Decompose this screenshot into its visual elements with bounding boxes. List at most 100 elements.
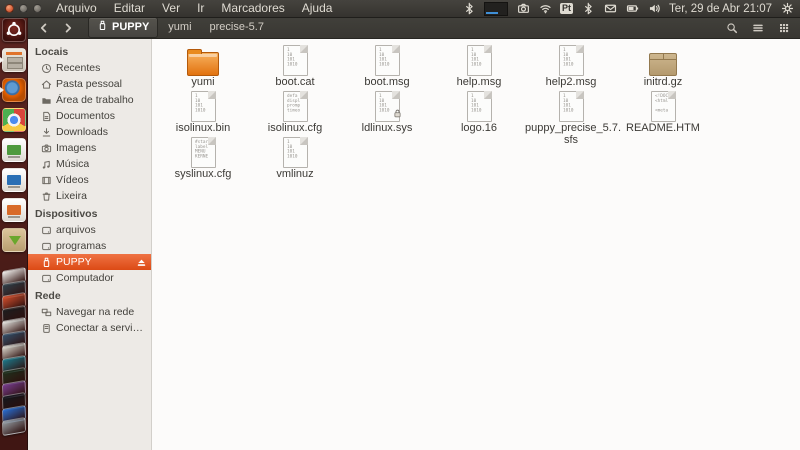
sidebar-item-conectar-a-servidor[interactable]: Conectar a servidor bbox=[28, 320, 151, 336]
list-view-button[interactable] bbox=[752, 22, 764, 34]
bluetooth-icon[interactable] bbox=[462, 2, 476, 16]
file-item-readme.htm[interactable]: <!DOC <html <meta README.HTM bbox=[617, 89, 709, 135]
file-item-yumi[interactable]: yumi bbox=[157, 43, 249, 89]
libreoffice-impress-button[interactable] bbox=[2, 198, 26, 222]
sidebar-item-computador[interactable]: Computador bbox=[28, 270, 151, 286]
file-icon-glyph: 1 10 101 1010 bbox=[286, 139, 297, 159]
back-button[interactable] bbox=[34, 19, 54, 36]
binary-file-icon: 1 10 101 1010 bbox=[282, 137, 308, 168]
file-label: help.msg bbox=[456, 76, 502, 88]
menu-bar: Arquivo Editar Ver Ir Marcadores Ajuda bbox=[50, 0, 332, 17]
file-item-logo.16[interactable]: 1 10 101 1010 logo.16 bbox=[433, 89, 525, 135]
indicator-widget[interactable] bbox=[484, 1, 509, 16]
breadcrumb-label: PUPPY bbox=[112, 21, 150, 33]
keyboard-layout-indicator[interactable]: Pt bbox=[560, 3, 574, 14]
file-item-help2.msg[interactable]: 1 10 101 1010 help2.msg bbox=[525, 43, 617, 89]
firefox-button[interactable] bbox=[2, 78, 26, 102]
stacked-app-tile[interactable] bbox=[1, 416, 27, 437]
network-icon bbox=[41, 307, 52, 318]
breadcrumb-yumi[interactable]: yumi bbox=[160, 19, 199, 36]
sidebar-item-imagens[interactable]: Imagens bbox=[28, 140, 151, 156]
file-item-puppy_precise_5.7.sfs[interactable]: 1 10 101 1010 puppy_precise_5.7. sfs bbox=[525, 89, 621, 145]
sidebar-item-vídeos[interactable]: Vídeos bbox=[28, 172, 151, 188]
sidebar-item-puppy[interactable]: PUPPY bbox=[28, 254, 151, 270]
menu-ajuda[interactable]: Ajuda bbox=[302, 0, 333, 17]
menu-editar[interactable]: Editar bbox=[114, 0, 145, 17]
clock[interactable]: Ter, 29 de Abr 21:07 bbox=[669, 3, 772, 15]
volume-icon[interactable] bbox=[647, 2, 661, 16]
file-item-boot.msg[interactable]: 1 10 101 1010 boot.msg bbox=[341, 43, 433, 89]
sidebar-item-arquivos[interactable]: arquivos bbox=[28, 222, 151, 238]
menu-ver[interactable]: Ver bbox=[162, 0, 180, 17]
file-item-help.msg[interactable]: 1 10 101 1010 help.msg bbox=[433, 43, 525, 89]
binary-file-icon: 1 10 101 1010 bbox=[190, 91, 216, 122]
sidebar-item-pasta-pessoal[interactable]: Pasta pessoal bbox=[28, 76, 151, 92]
file-item-boot.cat[interactable]: 1 10 101 1010 boot.cat bbox=[249, 43, 341, 89]
sidebar-item-label: Downloads bbox=[56, 126, 108, 138]
binary-file-icon: 1 10 101 1010 bbox=[558, 45, 584, 76]
trash-icon bbox=[41, 191, 52, 202]
battery-icon[interactable] bbox=[625, 2, 639, 16]
dash-home-button[interactable] bbox=[2, 18, 26, 42]
sidebar-item-música[interactable]: Música bbox=[28, 156, 151, 172]
camera-icon[interactable] bbox=[516, 2, 530, 16]
software-center-button[interactable] bbox=[2, 228, 26, 252]
binary-file-icon: 1 10 101 1010 bbox=[558, 91, 584, 122]
breadcrumb-precise-5.7[interactable]: precise-5.7 bbox=[202, 19, 272, 36]
file-item-vmlinuz[interactable]: 1 10 101 1010 vmlinuz bbox=[249, 135, 341, 181]
lock-emblem-icon bbox=[393, 105, 402, 123]
drive-icon bbox=[41, 241, 52, 252]
search-button[interactable] bbox=[726, 22, 738, 34]
sidebar-item-label: Computador bbox=[56, 272, 114, 284]
sidebar-item-label: Vídeos bbox=[56, 174, 89, 186]
maximize-button[interactable] bbox=[33, 4, 42, 13]
text-file-icon: #star label MENU KERNE bbox=[190, 137, 216, 168]
sidebar-item-programas[interactable]: programas bbox=[28, 238, 151, 254]
menu-marcadores[interactable]: Marcadores bbox=[221, 0, 284, 17]
file-icon-glyph: 1 10 101 1010 bbox=[562, 47, 573, 67]
libreoffice-calc-button[interactable] bbox=[2, 138, 26, 162]
archive-icon bbox=[649, 53, 677, 76]
mail-icon[interactable] bbox=[603, 2, 617, 16]
desktop-icon bbox=[41, 95, 52, 106]
files-app-button[interactable] bbox=[2, 48, 26, 72]
binary-file-icon: 1 10 101 1010 bbox=[466, 91, 492, 122]
forward-button[interactable] bbox=[58, 19, 78, 36]
file-item-initrd.gz[interactable]: initrd.gz bbox=[617, 43, 709, 89]
film-icon bbox=[41, 175, 52, 186]
window-controls bbox=[0, 4, 50, 13]
sidebar-item-área-de-trabalho[interactable]: Área de trabalho bbox=[28, 92, 151, 108]
menu-ir[interactable]: Ir bbox=[197, 0, 204, 17]
menu-arquivo[interactable]: Arquivo bbox=[56, 0, 97, 17]
libreoffice-writer-button[interactable] bbox=[2, 168, 26, 192]
file-icon-glyph: 1 10 101 1010 bbox=[286, 47, 297, 67]
sidebar-section-dispositivos: Dispositivos bbox=[35, 208, 98, 220]
sidebar-item-documentos[interactable]: Documentos bbox=[28, 108, 151, 124]
wifi-icon[interactable] bbox=[538, 2, 552, 16]
sidebar-item-label: programas bbox=[56, 240, 107, 252]
grid-view-button[interactable] bbox=[778, 22, 790, 34]
file-item-isolinux.cfg[interactable]: defa displ promp timeo isolinux.cfg bbox=[249, 89, 341, 135]
sidebar-item-label: Pasta pessoal bbox=[56, 78, 122, 90]
file-label: boot.msg bbox=[364, 76, 410, 88]
eject-icon[interactable] bbox=[136, 257, 147, 268]
file-item-syslinux.cfg[interactable]: #star label MENU KERNE syslinux.cfg bbox=[157, 135, 249, 181]
chrome-button[interactable] bbox=[2, 108, 26, 132]
file-item-isolinux.bin[interactable]: 1 10 101 1010 isolinux.bin bbox=[157, 89, 249, 135]
close-button[interactable] bbox=[5, 4, 14, 13]
sidebar-item-downloads[interactable]: Downloads bbox=[28, 124, 151, 140]
file-label: yumi bbox=[191, 76, 215, 88]
bluetooth-icon[interactable] bbox=[581, 2, 595, 16]
sidebar-item-lixeira[interactable]: Lixeira bbox=[28, 188, 151, 204]
sidebar-item-label: Recentes bbox=[56, 62, 101, 74]
file-item-ldlinux.sys[interactable]: 1 10 101 1010 ldlinux.sys bbox=[341, 89, 433, 135]
minimize-button[interactable] bbox=[19, 4, 28, 13]
binary-file-icon: 1 10 101 1010 bbox=[282, 45, 308, 76]
file-icon-glyph: 1 10 101 1010 bbox=[378, 93, 389, 113]
sidebar-item-recentes[interactable]: Recentes bbox=[28, 60, 151, 76]
breadcrumb-puppy[interactable]: PUPPY bbox=[88, 17, 159, 38]
text-file-icon: defa displ promp timeo bbox=[282, 91, 308, 122]
sidebar-item-navegar-na-rede[interactable]: Navegar na rede bbox=[28, 304, 151, 320]
session-gear-icon[interactable] bbox=[780, 2, 794, 16]
file-area[interactable]: yumi 1 10 101 1010 boot.cat 1 10 101 1010 bo… bbox=[152, 39, 800, 450]
